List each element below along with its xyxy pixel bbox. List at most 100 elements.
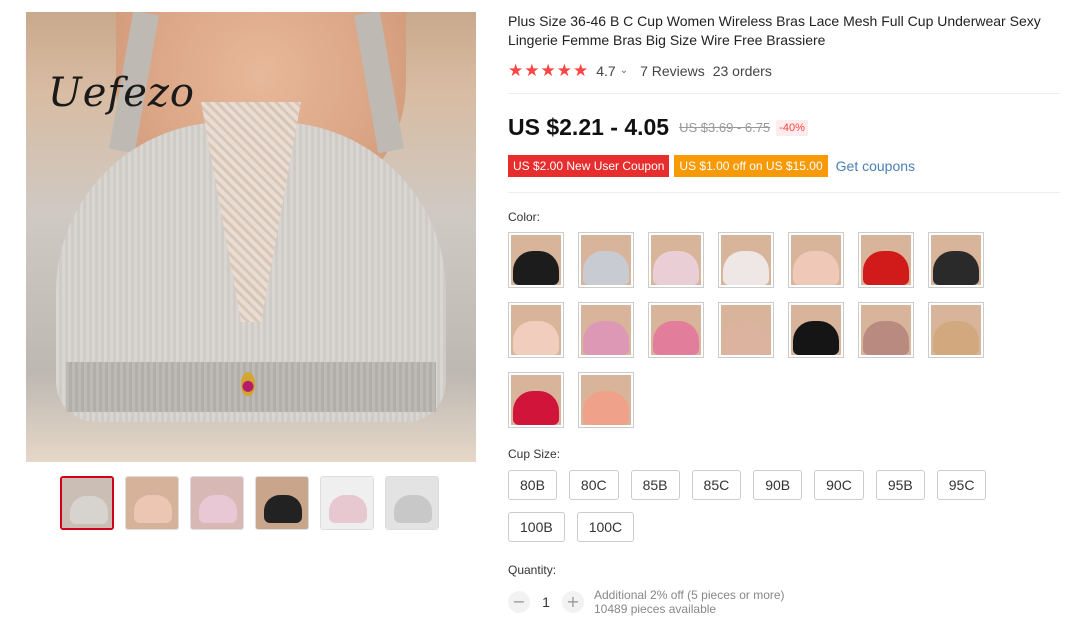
swatch-bra bbox=[583, 251, 629, 285]
size-option-80c[interactable]: 80C bbox=[568, 470, 619, 500]
new-user-coupon[interactable]: US $2.00 New User Coupon bbox=[508, 155, 670, 177]
color-swatch-nude[interactable] bbox=[788, 232, 844, 288]
swatch-image bbox=[931, 305, 981, 355]
size-option-95b[interactable]: 95B bbox=[875, 470, 925, 500]
old-price: US $3.69 - 6.75 bbox=[679, 120, 771, 135]
thumbnail-product bbox=[70, 496, 108, 524]
color-swatch-beige-lace[interactable] bbox=[718, 302, 774, 358]
rating-row: ★ ★ ★ ★ ★ 4.7 ⌄ 7 Reviews 23 orders bbox=[508, 62, 772, 79]
size-option-80b[interactable]: 80B bbox=[508, 470, 557, 500]
color-swatch-peach[interactable] bbox=[578, 372, 634, 428]
size-option-85c[interactable]: 85C bbox=[691, 470, 742, 500]
swatch-bra bbox=[793, 321, 839, 355]
color-swatch-light-pink[interactable] bbox=[648, 232, 704, 288]
star-icon: ★ bbox=[540, 61, 556, 80]
swatch-bra bbox=[653, 251, 699, 285]
thumbnail-pink[interactable] bbox=[190, 476, 244, 530]
swatch-image bbox=[511, 235, 561, 285]
color-swatch-rose[interactable] bbox=[648, 302, 704, 358]
color-swatch-skin[interactable] bbox=[508, 302, 564, 358]
color-swatch-black[interactable] bbox=[508, 232, 564, 288]
swatch-bra bbox=[933, 321, 979, 355]
divider bbox=[508, 192, 1060, 193]
chevron-down-icon[interactable]: ⌄ bbox=[620, 65, 628, 76]
size-option-90b[interactable]: 90B bbox=[753, 470, 803, 500]
thumbnail-product bbox=[134, 495, 172, 523]
orders-count: 23 orders bbox=[712, 62, 772, 79]
bulk-discount-note: Additional 2% off (5 pieces or more) bbox=[594, 588, 785, 602]
coupons-row: US $2.00 New User Coupon US $1.00 off on… bbox=[508, 155, 915, 177]
color-swatch-black-smooth[interactable] bbox=[788, 302, 844, 358]
thumbnail-product bbox=[394, 495, 432, 523]
swatch-bra bbox=[653, 321, 699, 355]
color-swatch-black-lace[interactable] bbox=[928, 232, 984, 288]
swatch-bra bbox=[513, 391, 559, 425]
star-icon: ★ bbox=[524, 61, 540, 80]
store-coupon[interactable]: US $1.00 off on US $15.00 bbox=[674, 155, 828, 177]
thumbnail-product bbox=[329, 495, 367, 523]
swatch-image bbox=[721, 305, 771, 355]
rating-value[interactable]: 4.7 bbox=[596, 63, 615, 79]
star-icon: ★ bbox=[573, 61, 589, 80]
color-label: Color: bbox=[508, 210, 541, 224]
swatch-image bbox=[791, 305, 841, 355]
quantity-stepper: − 1 + Additional 2% off (5 pieces or mor… bbox=[508, 588, 785, 616]
thumbnail-product bbox=[199, 495, 237, 523]
swatch-image bbox=[511, 305, 561, 355]
size-option-100b[interactable]: 100B bbox=[508, 512, 565, 542]
swatch-image bbox=[581, 235, 631, 285]
swatch-image bbox=[861, 235, 911, 285]
color-swatch-white[interactable] bbox=[718, 232, 774, 288]
size-option-90c[interactable]: 90C bbox=[814, 470, 864, 500]
star-icon: ★ bbox=[508, 61, 524, 80]
color-swatch-pink-lace[interactable] bbox=[578, 302, 634, 358]
increase-button[interactable]: + bbox=[562, 591, 584, 613]
color-swatch-red-smooth[interactable] bbox=[508, 372, 564, 428]
swatch-bra bbox=[723, 321, 769, 355]
thumbnail-black[interactable] bbox=[255, 476, 309, 530]
main-product-image[interactable]: Uefezo bbox=[26, 12, 476, 462]
discount-badge: -40% bbox=[776, 119, 808, 136]
swatch-bra bbox=[583, 321, 629, 355]
size-option-95c[interactable]: 95C bbox=[936, 470, 987, 500]
product-title: Plus Size 36-46 B C Cup Women Wireless B… bbox=[508, 13, 1041, 48]
price-row: US $2.21 - 4.05 US $3.69 - 6.75 -40% bbox=[508, 114, 808, 141]
swatch-bra bbox=[793, 251, 839, 285]
color-swatch-grey[interactable] bbox=[578, 232, 634, 288]
thumbnail-light-grey[interactable] bbox=[60, 476, 114, 530]
quantity-label: Quantity: bbox=[508, 563, 557, 577]
swatch-bra bbox=[723, 251, 769, 285]
stock-note: 10489 pieces available bbox=[594, 602, 717, 616]
size-option-85b[interactable]: 85B bbox=[630, 470, 680, 500]
thumbnail-nude[interactable] bbox=[125, 476, 179, 530]
price: US $2.21 - 4.05 bbox=[508, 114, 670, 140]
swatch-image bbox=[651, 235, 701, 285]
divider bbox=[508, 93, 1060, 94]
thumbnail-product bbox=[264, 495, 302, 523]
color-swatch-mauve[interactable] bbox=[858, 302, 914, 358]
swatch-bra bbox=[863, 321, 909, 355]
get-coupons-link[interactable]: Get coupons bbox=[836, 158, 915, 174]
thumbnail-detail[interactable] bbox=[385, 476, 439, 530]
swatch-bra bbox=[513, 251, 559, 285]
cup-size-label: Cup Size: bbox=[508, 447, 561, 461]
thumbnail-set[interactable] bbox=[320, 476, 374, 530]
swatch-image bbox=[721, 235, 771, 285]
quantity-note: Additional 2% off (5 pieces or more) 104… bbox=[594, 588, 785, 616]
brand-logo: Uefezo bbox=[48, 70, 196, 116]
swatch-image bbox=[581, 375, 631, 425]
swatch-image bbox=[581, 305, 631, 355]
swatch-image bbox=[791, 235, 841, 285]
swatch-bra bbox=[583, 391, 629, 425]
color-swatch-tan[interactable] bbox=[928, 302, 984, 358]
quantity-value[interactable]: 1 bbox=[530, 594, 562, 610]
decrease-button[interactable]: − bbox=[508, 591, 530, 613]
swatch-image bbox=[511, 375, 561, 425]
reviews-link[interactable]: 7 Reviews bbox=[640, 63, 705, 79]
color-swatch-red[interactable] bbox=[858, 232, 914, 288]
swatch-bra bbox=[863, 251, 909, 285]
size-option-100c[interactable]: 100C bbox=[576, 512, 635, 542]
cup-size-options: 80B 80C 85B 85C 90B 90C 95B 95C 100B 100C bbox=[508, 470, 998, 542]
swatch-image bbox=[861, 305, 911, 355]
image-pendant bbox=[241, 372, 255, 396]
